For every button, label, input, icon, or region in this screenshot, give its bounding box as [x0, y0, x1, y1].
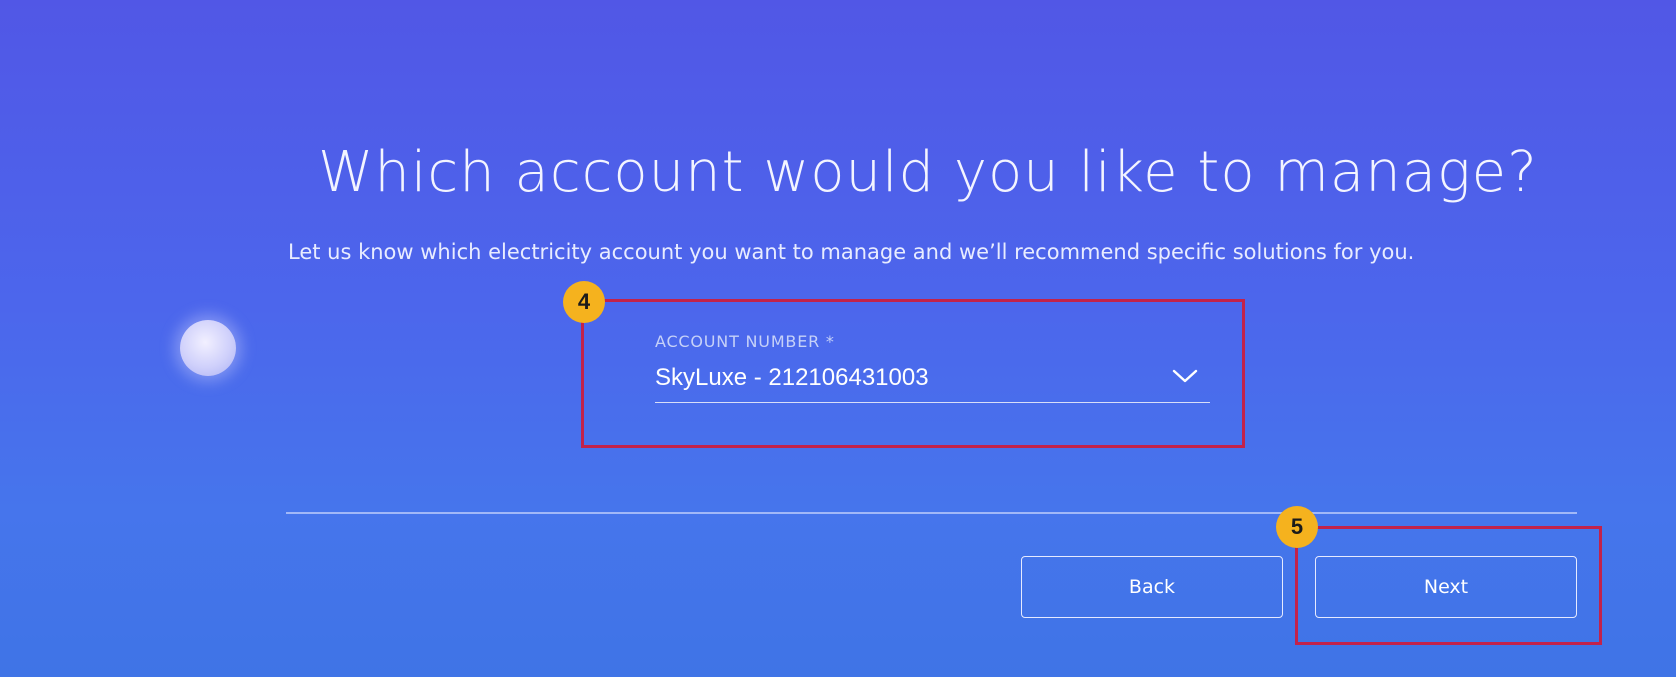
page-subtitle: Let us know which electricity account yo… — [288, 240, 1415, 264]
account-number-label: ACCOUNT NUMBER * — [655, 332, 835, 351]
back-button[interactable]: Back — [1021, 556, 1283, 618]
section-divider — [286, 512, 1577, 514]
step-badge-4: 4 — [563, 281, 605, 323]
page-title: Which account would you like to manage? — [318, 140, 1538, 205]
step-badge-5: 5 — [1276, 506, 1318, 548]
account-number-value: SkyLuxe - 212106431003 — [655, 364, 929, 391]
account-number-select[interactable]: SkyLuxe - 212106431003 — [655, 362, 1210, 403]
decorative-orb-icon — [180, 320, 236, 376]
annotation-box-next — [1295, 526, 1602, 645]
chevron-down-icon[interactable] — [1172, 368, 1198, 384]
